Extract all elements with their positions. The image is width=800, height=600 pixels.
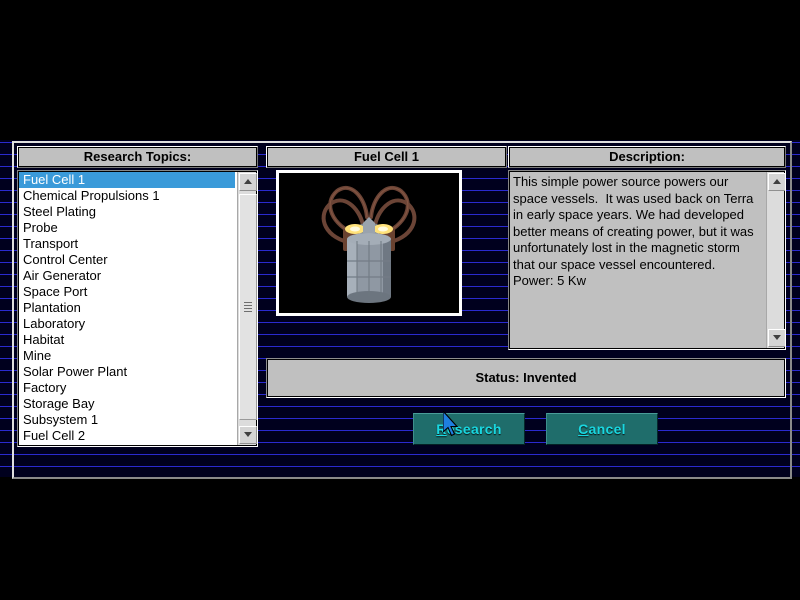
topic-list-item[interactable]: Air Generator xyxy=(19,268,235,284)
description-panel-header: Description: xyxy=(508,146,786,168)
item-panel-header: Fuel Cell 1 xyxy=(266,146,507,168)
research-button-label: Research xyxy=(436,421,502,437)
topic-list-item[interactable]: Chemical Propulsions 1 xyxy=(19,188,235,204)
topic-list-item[interactable]: Mine xyxy=(19,348,235,364)
status-bar: Status: Invented xyxy=(266,358,786,398)
topic-list-item[interactable]: Probe xyxy=(19,220,235,236)
topic-list-item[interactable]: Laboratory xyxy=(19,316,235,332)
topic-list-item[interactable]: Factory xyxy=(19,380,235,396)
topic-list-item[interactable]: Plantation xyxy=(19,300,235,316)
description-text: This simple power source powers our spac… xyxy=(513,174,758,288)
topics-scrollbar-thumb[interactable] xyxy=(239,194,257,420)
status-label: Status: Invented xyxy=(475,370,577,385)
fuel-cell-render xyxy=(279,173,459,313)
triangle-up-icon xyxy=(773,179,781,184)
topic-list-item[interactable]: Control Center xyxy=(19,252,235,268)
item-image-frame xyxy=(276,170,462,316)
cancel-button[interactable]: Cancel xyxy=(546,413,658,445)
topic-list-item[interactable]: Fuel Cell 2 xyxy=(19,428,235,444)
triangle-down-icon xyxy=(244,432,252,437)
topic-list-item[interactable]: Space Port xyxy=(19,284,235,300)
topic-list-item[interactable]: Storage Bay xyxy=(19,396,235,412)
top-black-area xyxy=(0,0,800,140)
triangle-down-icon xyxy=(773,335,781,340)
research-dialog: Research Topics: Fuel Cell 1 Chemical Pro… xyxy=(12,141,792,479)
topic-list-item[interactable]: Subsystem 1 xyxy=(19,412,235,428)
description-scroll-up-button[interactable] xyxy=(768,173,785,191)
topics-listbox[interactable]: Fuel Cell 1 Chemical Propulsions 1 Steel P… xyxy=(17,170,258,447)
topics-scroll-up-button[interactable] xyxy=(239,173,257,191)
topics-panel-header: Research Topics: xyxy=(17,146,258,168)
topic-list-item[interactable]: Transport xyxy=(19,236,235,252)
bottom-black-area xyxy=(0,477,800,600)
grip-icon xyxy=(244,302,252,312)
triangle-up-icon xyxy=(244,179,252,184)
description-scroll-down-button[interactable] xyxy=(768,329,785,347)
topics-scroll-down-button[interactable] xyxy=(239,426,257,444)
research-button[interactable]: Research xyxy=(413,413,525,445)
topic-list-item[interactable]: Fuel Cell 1 xyxy=(19,172,235,188)
description-textbox[interactable]: This simple power source powers our spac… xyxy=(508,170,786,350)
topics-list[interactable]: Fuel Cell 1 Chemical Propulsions 1 Steel P… xyxy=(19,172,235,445)
topic-list-item[interactable]: Habitat xyxy=(19,332,235,348)
topic-list-item[interactable]: Steel Plating xyxy=(19,204,235,220)
cancel-button-label: Cancel xyxy=(578,421,626,437)
description-scrollbar[interactable] xyxy=(766,172,785,348)
topic-list-item[interactable]: Solar Power Plant xyxy=(19,364,235,380)
topics-scrollbar[interactable] xyxy=(237,172,257,445)
